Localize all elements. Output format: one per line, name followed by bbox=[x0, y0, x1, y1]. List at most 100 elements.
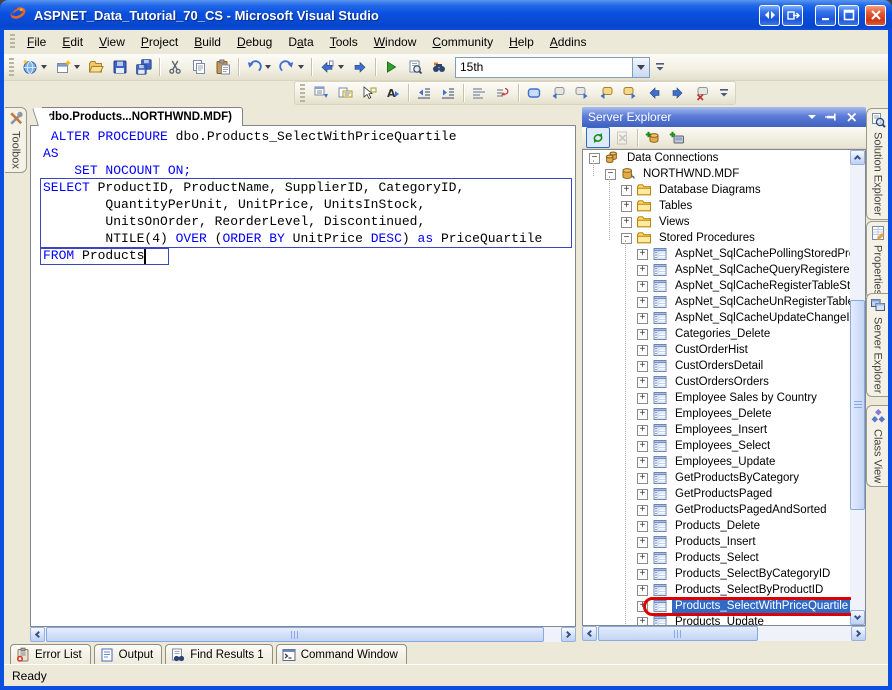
decrease-indent-icon[interactable] bbox=[412, 83, 436, 104]
tab-command-window[interactable]: Command Window bbox=[276, 644, 407, 664]
find-combo-dropdown-icon[interactable] bbox=[632, 58, 649, 77]
tree-item-stored-procedures[interactable]: −Stored Procedures bbox=[583, 230, 851, 246]
delete-icon[interactable] bbox=[610, 127, 634, 148]
side-tab-toolbox[interactable]: Toolbox bbox=[5, 107, 27, 173]
display-member-list-icon[interactable] bbox=[309, 83, 333, 104]
expand-icon[interactable]: + bbox=[621, 185, 632, 196]
toolbar-options-icon[interactable] bbox=[652, 57, 667, 78]
expand-icon[interactable]: + bbox=[637, 265, 648, 276]
uncomment-lines-icon[interactable] bbox=[491, 83, 515, 104]
tree-item-label[interactable]: Products_Insert bbox=[672, 535, 759, 549]
tree-item-label[interactable]: Products_Update bbox=[672, 615, 767, 626]
close-x-icon[interactable] bbox=[844, 110, 860, 125]
side-tab-properties[interactable]: Properties bbox=[866, 221, 888, 299]
side-tab-solution-explorer[interactable]: Solution Explorer bbox=[866, 108, 888, 220]
expand-icon[interactable]: + bbox=[637, 489, 648, 500]
menu-debug[interactable]: Debug bbox=[229, 32, 280, 52]
tree-item-custordersorders[interactable]: +CustOrdersOrders bbox=[583, 374, 851, 390]
expand-icon[interactable]: + bbox=[637, 409, 648, 420]
expand-icon[interactable]: + bbox=[637, 537, 648, 548]
add-new-item-icon[interactable] bbox=[51, 57, 84, 78]
tree-item-getproductspagedandsorted[interactable]: +GetProductsPagedAndSorted bbox=[583, 502, 851, 518]
tree-item-label[interactable]: Employees_Delete bbox=[672, 407, 775, 421]
expand-icon[interactable]: + bbox=[637, 473, 648, 484]
tab-find-results-1[interactable]: Find Results 1 bbox=[165, 644, 273, 664]
toolbar-options-icon[interactable] bbox=[716, 83, 731, 104]
connect-to-database-icon[interactable] bbox=[641, 127, 665, 148]
clear-bookmarks-icon[interactable] bbox=[690, 83, 714, 104]
tree-item-products-delete[interactable]: + Products_Delete bbox=[583, 518, 851, 534]
display-quick-info-icon[interactable] bbox=[357, 83, 381, 104]
tree-item-aspnet-sqlcachequeryregisteredtablesstoredprocedure[interactable]: + AspNet_SqlCacheQueryRegisteredTablesSto… bbox=[583, 262, 851, 278]
tree-item-label[interactable]: Products_SelectByCategoryID bbox=[672, 567, 833, 581]
menu-tools[interactable]: Tools bbox=[322, 32, 366, 52]
side-tab-server-explorer[interactable]: Server Explorer bbox=[866, 293, 888, 397]
tree-item-tables[interactable]: +Tables bbox=[583, 198, 851, 214]
tree-item-employee-sales-by-country[interactable]: +Employee Sales by Country bbox=[583, 390, 851, 406]
navigate-backward-icon[interactable] bbox=[315, 57, 348, 78]
tree-item-database-diagrams[interactable]: + Database Diagrams bbox=[583, 182, 851, 198]
expand-icon[interactable]: + bbox=[637, 441, 648, 452]
tree-item-label[interactable]: Database Diagrams bbox=[656, 183, 764, 197]
display-parameter-info-icon[interactable] bbox=[333, 83, 357, 104]
find-in-files-icon[interactable] bbox=[427, 57, 451, 78]
menu-edit[interactable]: Edit bbox=[54, 32, 91, 52]
tree-item-label[interactable]: Employee Sales by Country bbox=[672, 391, 820, 405]
toolbar-grip[interactable] bbox=[9, 58, 14, 76]
menu-build[interactable]: Build bbox=[186, 32, 229, 52]
comment-lines-icon[interactable] bbox=[467, 83, 491, 104]
tree-item-label[interactable]: Tables bbox=[656, 199, 695, 213]
find-symbol-icon[interactable] bbox=[403, 57, 427, 78]
expand-icon[interactable]: + bbox=[637, 249, 648, 260]
tree-item-label[interactable]: GetProductsPaged bbox=[672, 487, 775, 501]
previous-bookmark-in-folder-icon[interactable] bbox=[594, 83, 618, 104]
tree-item-label[interactable]: CustOrdersOrders bbox=[672, 375, 772, 389]
tree-item-label[interactable]: Products_Delete bbox=[672, 519, 763, 533]
tree-item-employees-delete[interactable]: + Employees_Delete bbox=[583, 406, 851, 422]
expand-icon[interactable]: + bbox=[637, 457, 648, 468]
undock-button[interactable] bbox=[782, 5, 803, 26]
tree-item-employees-select[interactable]: +Employees_Select bbox=[583, 438, 851, 454]
tree-item-label[interactable]: AspNet_SqlCachePollingStoredProcedure bbox=[672, 247, 851, 261]
menu-window[interactable]: Window bbox=[366, 32, 425, 52]
scroll-right-icon[interactable] bbox=[561, 627, 576, 642]
tree-item-aspnet-sqlcachepollingstoredprocedure[interactable]: + AspNet_SqlCachePollingStoredProcedure bbox=[583, 246, 851, 262]
code-editor[interactable]: ALTER PROCEDURE dbo.Products_SelectWithP… bbox=[30, 125, 576, 627]
editor-horizontal-scrollbar[interactable] bbox=[30, 627, 576, 642]
tree-item-label[interactable]: AspNet_SqlCacheQueryRegisteredTablesStor… bbox=[672, 263, 851, 277]
close-button[interactable] bbox=[865, 5, 886, 26]
tree-item-products-select[interactable]: +Products_Select bbox=[583, 550, 851, 566]
tree-item-products-insert[interactable]: + Products_Insert bbox=[583, 534, 851, 550]
menu-data[interactable]: Data bbox=[280, 32, 321, 52]
expand-icon[interactable]: + bbox=[621, 217, 632, 228]
tree-item-label[interactable]: Employees_Update bbox=[672, 455, 778, 469]
tree-item-products-selectbycategoryid[interactable]: +Products_SelectByCategoryID bbox=[583, 566, 851, 582]
find-combo-input[interactable] bbox=[456, 58, 632, 77]
expand-icon[interactable]: + bbox=[637, 313, 648, 324]
navigate-forward-icon[interactable] bbox=[348, 57, 372, 78]
menu-community[interactable]: Community bbox=[424, 32, 501, 52]
menu-help[interactable]: Help bbox=[501, 32, 542, 52]
display-word-completion-icon[interactable]: A bbox=[381, 83, 405, 104]
expand-icon[interactable]: + bbox=[637, 521, 648, 532]
previous-bookmark-icon[interactable] bbox=[546, 83, 570, 104]
scrollbar-thumb[interactable] bbox=[46, 627, 544, 642]
scroll-down-icon[interactable] bbox=[850, 610, 865, 625]
connect-to-server-icon[interactable] bbox=[665, 127, 689, 148]
tree-item-views[interactable]: +Views bbox=[583, 214, 851, 230]
tree-item-label[interactable]: CustOrderHist bbox=[672, 343, 751, 357]
scrollbar-thumb[interactable] bbox=[850, 300, 865, 510]
tree-item-products-update[interactable]: +Products_Update bbox=[583, 614, 851, 626]
previous-bookmark-in-document-icon[interactable] bbox=[642, 83, 666, 104]
next-bookmark-in-document-icon[interactable] bbox=[666, 83, 690, 104]
menu-project[interactable]: Project bbox=[133, 32, 186, 52]
tree-item-label[interactable]: Products_Select bbox=[672, 551, 762, 565]
tree-item-label[interactable]: CustOrdersDetail bbox=[672, 359, 766, 373]
tab-output[interactable]: Output bbox=[94, 644, 163, 664]
tree-item-products-selectbyproductid[interactable]: +Products_SelectByProductID bbox=[583, 582, 851, 598]
open-file-icon[interactable] bbox=[84, 57, 108, 78]
tree-item-custordersdetail[interactable]: +CustOrdersDetail bbox=[583, 358, 851, 374]
tree-item-employees-update[interactable]: + Employees_Update bbox=[583, 454, 851, 470]
tree-item-northwnd-mdf[interactable]: −NORTHWND.MDF bbox=[583, 166, 851, 182]
expand-icon[interactable]: + bbox=[637, 281, 648, 292]
